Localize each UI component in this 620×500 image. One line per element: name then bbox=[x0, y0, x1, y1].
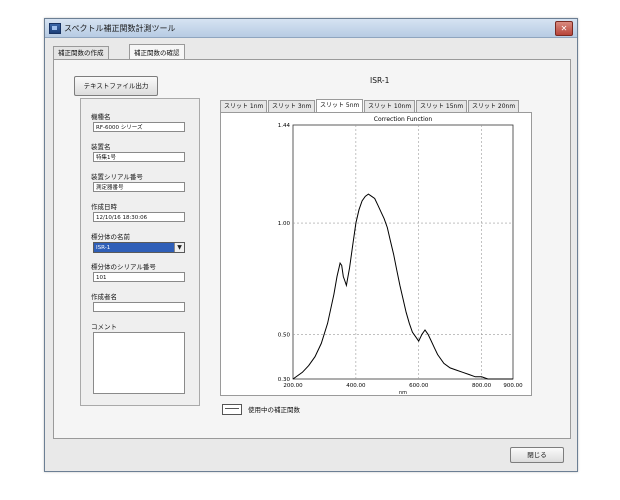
y-tick-label: 1.00 bbox=[278, 221, 291, 227]
plot-area-border bbox=[292, 124, 514, 380]
x-tick-label: 200.00 bbox=[283, 383, 303, 389]
legend-line-swatch bbox=[222, 404, 242, 415]
correction-function-chart: Correction Function nm 0.300.501.001.442… bbox=[278, 116, 523, 396]
chart-frame: Correction Function nm 0.30 0.50 1.00 1.44 2… bbox=[220, 112, 532, 396]
x-tick-label: 900.00 bbox=[503, 383, 523, 389]
export-text-file-button[interactable]: テキストファイル出力 bbox=[74, 76, 158, 96]
comment-field bbox=[93, 332, 185, 394]
standard-serial-field: 101 bbox=[93, 272, 185, 282]
serial-field: 測定器番号 bbox=[93, 182, 185, 192]
chart-title: Correction Function bbox=[374, 116, 433, 123]
standard-name-value: ISR-1 bbox=[96, 245, 111, 251]
app-icon bbox=[49, 23, 61, 34]
window-close-button[interactable]: ✕ bbox=[555, 21, 573, 36]
info-group: 機種名 RF-6000 シリーズ 装置名 特集1号 装置シリアル番号 測定器番号… bbox=[80, 98, 200, 406]
comment-label: コメント bbox=[91, 323, 117, 331]
author-field bbox=[93, 302, 185, 312]
serial-label: 装置シリアル番号 bbox=[91, 173, 143, 181]
x-tick-label: 800.00 bbox=[472, 383, 492, 389]
y-tick-label: 1.44 bbox=[278, 123, 291, 129]
created-field: 12/10/16 18:30:06 bbox=[93, 212, 185, 222]
model-field: RF-6000 シリーズ bbox=[93, 122, 185, 132]
standard-name-label: 標分体の名前 bbox=[91, 233, 130, 241]
standard-serial-label: 標分体のシリアル番号 bbox=[91, 263, 156, 271]
y-tick-label: 0.50 bbox=[278, 332, 291, 338]
x-tick-label: 400.00 bbox=[346, 383, 366, 389]
x-tick-label: 600.00 bbox=[409, 383, 429, 389]
chevron-down-icon[interactable]: ▼ bbox=[174, 243, 184, 252]
title-bar[interactable]: スペクトル補正関数計測ツール ✕ bbox=[45, 19, 577, 38]
author-label: 作成者名 bbox=[91, 293, 117, 301]
x-axis-label: nm bbox=[399, 390, 407, 395]
tab-create-correction[interactable]: 補正関数の作成 bbox=[53, 46, 109, 60]
window-title: スペクトル補正関数計測ツール bbox=[64, 24, 176, 33]
device-field: 特集1号 bbox=[93, 152, 185, 162]
close-button[interactable]: 閉じる bbox=[510, 447, 564, 463]
device-label: 装置名 bbox=[91, 143, 111, 151]
model-label: 機種名 bbox=[91, 113, 111, 121]
standard-name-select[interactable]: ISR-1 ▼ bbox=[93, 242, 185, 253]
created-label: 作成日時 bbox=[91, 203, 117, 211]
legend-label: 使用中の補正関数 bbox=[248, 406, 300, 414]
plot-title: ISR-1 bbox=[370, 76, 390, 85]
tab-slit-5nm[interactable]: スリット 5nm bbox=[316, 99, 364, 113]
correction-function-line bbox=[292, 193, 513, 380]
